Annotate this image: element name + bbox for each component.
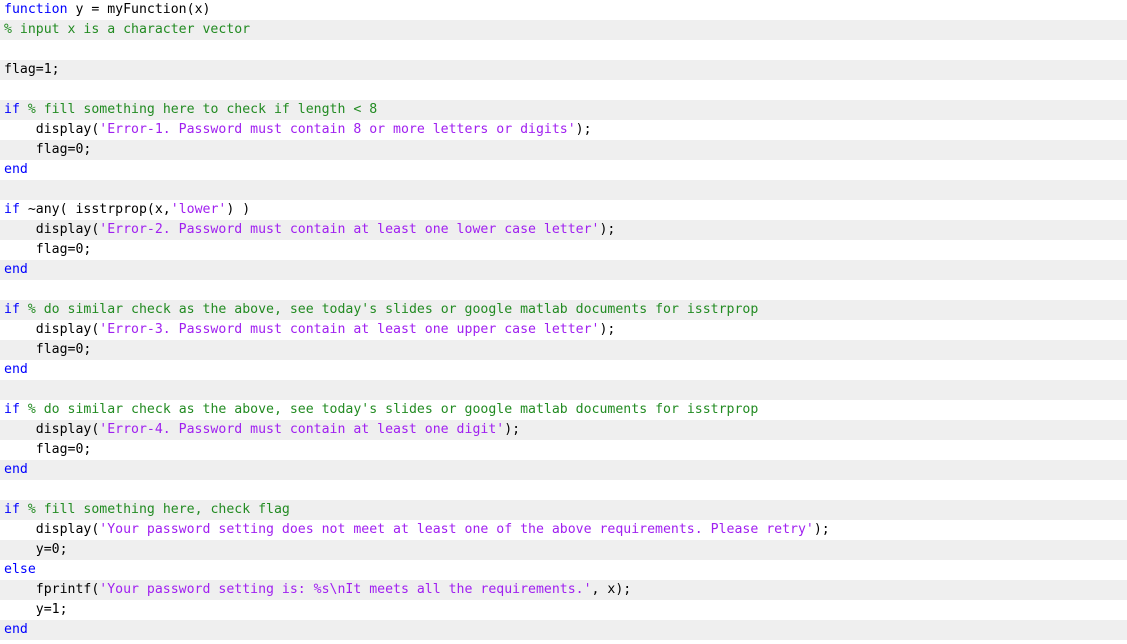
code-token-string: 'Your password setting is: %s\nIt meets … xyxy=(99,582,592,597)
code-line[interactable]: display('Error-3. Password must contain … xyxy=(0,320,1127,340)
code-line[interactable] xyxy=(0,280,1127,300)
code-line[interactable]: flag=0; xyxy=(0,440,1127,460)
code-token-keyword: if xyxy=(4,502,20,517)
code-token-keyword: if xyxy=(4,302,20,317)
code-line[interactable]: end xyxy=(0,260,1127,280)
code-line[interactable]: y=0; xyxy=(0,540,1127,560)
code-token-comment: % input x is a character vector xyxy=(4,22,251,37)
code-line[interactable]: if % do similar check as the above, see … xyxy=(0,400,1127,420)
code-token-comment: % do similar check as the above, see tod… xyxy=(27,402,759,417)
code-line[interactable]: if % fill something here to check if len… xyxy=(0,100,1127,120)
code-token-plain: y=0; xyxy=(4,542,68,557)
code-line[interactable]: % input x is a character vector xyxy=(0,20,1127,40)
code-token-keyword: end xyxy=(4,622,28,637)
code-line[interactable]: function y = myFunction(x) xyxy=(0,0,1127,20)
code-editor[interactable]: function y = myFunction(x) % input x is a… xyxy=(0,0,1127,644)
code-token-keyword: if xyxy=(4,402,20,417)
code-token-keyword: if xyxy=(4,202,20,217)
code-line[interactable]: display('Error-4. Password must contain … xyxy=(0,420,1127,440)
code-token-plain: display( xyxy=(4,522,100,537)
code-line[interactable]: flag=0; xyxy=(0,340,1127,360)
code-token-plain: y = myFunction(x) xyxy=(67,2,211,17)
code-token-plain: flag=0; xyxy=(4,442,92,457)
code-line[interactable]: if % do similar check as the above, see … xyxy=(0,300,1127,320)
code-token-comment: % fill something here to check if length… xyxy=(27,102,378,117)
code-line[interactable]: display('Error-2. Password must contain … xyxy=(0,220,1127,240)
code-token-keyword: end xyxy=(4,462,28,477)
code-token-plain: ~any( isstrprop(x, xyxy=(19,202,171,217)
code-token-string: 'Error-4. Password must contain at least… xyxy=(99,422,505,437)
code-token-plain: ) ) xyxy=(226,202,251,217)
code-line[interactable]: y=1; xyxy=(0,600,1127,620)
code-line[interactable] xyxy=(0,40,1127,60)
code-token-plain: ); xyxy=(813,522,830,537)
code-token-plain: ); xyxy=(599,322,616,337)
code-token-comment: % do similar check as the above, see tod… xyxy=(27,302,759,317)
code-token-string: 'Error-1. Password must contain 8 or mor… xyxy=(99,122,576,137)
code-token-plain: , x); xyxy=(591,582,632,597)
code-line[interactable]: if ~any( isstrprop(x,'lower') ) xyxy=(0,200,1127,220)
code-line[interactable]: display('Error-1. Password must contain … xyxy=(0,120,1127,140)
code-token-plain: display( xyxy=(4,122,100,137)
code-token-plain: flag=0; xyxy=(4,142,92,157)
code-line[interactable] xyxy=(0,80,1127,100)
code-line[interactable]: flag=1; xyxy=(0,60,1127,80)
code-token-keyword: end xyxy=(4,262,28,277)
code-token-plain: ); xyxy=(575,122,592,137)
code-token-string: 'Error-3. Password must contain at least… xyxy=(99,322,600,337)
code-token-plain: ); xyxy=(599,222,616,237)
code-token-string: 'Your password setting does not meet at … xyxy=(99,522,814,537)
code-token-keyword: end xyxy=(4,162,28,177)
code-token-plain: fprintf( xyxy=(4,582,100,597)
code-token-keyword: end xyxy=(4,362,28,377)
code-token-keyword: if xyxy=(4,102,20,117)
code-token-string: 'lower' xyxy=(170,202,227,217)
code-token-plain: ); xyxy=(504,422,521,437)
code-token-comment: % fill something here, check flag xyxy=(27,502,290,517)
code-line[interactable]: end xyxy=(0,460,1127,480)
code-token-plain: display( xyxy=(4,322,100,337)
code-token-plain: flag=0; xyxy=(4,242,92,257)
code-token-plain: display( xyxy=(4,422,100,437)
code-token-string: 'Error-2. Password must contain at least… xyxy=(99,222,600,237)
code-token-keyword: function xyxy=(4,2,68,17)
code-line[interactable]: fprintf('Your password setting is: %s\nI… xyxy=(0,580,1127,600)
code-line[interactable]: else xyxy=(0,560,1127,580)
code-line[interactable] xyxy=(0,380,1127,400)
code-line[interactable]: display('Your password setting does not … xyxy=(0,520,1127,540)
code-line[interactable]: if % fill something here, check flag xyxy=(0,500,1127,520)
code-line[interactable]: end xyxy=(0,160,1127,180)
code-line[interactable] xyxy=(0,480,1127,500)
code-token-plain: flag=0; xyxy=(4,342,92,357)
code-line[interactable]: end xyxy=(0,360,1127,380)
code-line[interactable]: flag=0; xyxy=(0,240,1127,260)
code-token-plain: y=1; xyxy=(4,602,68,617)
code-line[interactable] xyxy=(0,180,1127,200)
code-token-plain: display( xyxy=(4,222,100,237)
code-token-keyword: else xyxy=(4,562,36,577)
code-token-plain: flag=1; xyxy=(4,62,60,77)
code-line[interactable]: end xyxy=(0,620,1127,640)
code-line[interactable]: flag=0; xyxy=(0,140,1127,160)
